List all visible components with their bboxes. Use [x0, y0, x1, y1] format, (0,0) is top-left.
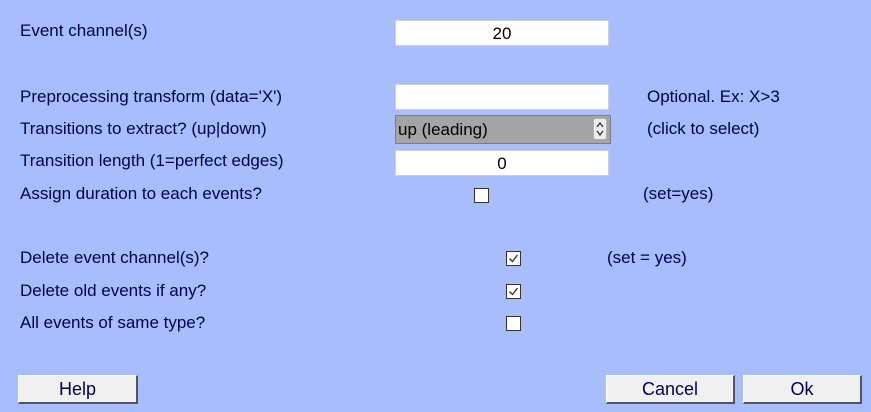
transitions-note: (click to select) [647, 119, 760, 138]
delete-old-events-label: Delete old events if any? [20, 281, 207, 300]
transition-length-input[interactable]: 0 [395, 150, 609, 176]
transitions-selected-value: up (leading) [398, 120, 488, 139]
same-type-label: All events of same type? [20, 313, 206, 332]
delete-old-events-checkbox[interactable] [506, 284, 521, 299]
ok-button[interactable]: Ok [743, 375, 862, 404]
event-channels-input[interactable]: 20 [395, 20, 609, 46]
preprocessing-label: Preprocessing transform (data='X') [20, 87, 283, 106]
spinner-arrows-glyph [596, 121, 604, 137]
checkmark-icon [509, 287, 519, 296]
transition-length-label: Transition length (1=perfect edges) [20, 151, 284, 170]
same-type-checkbox[interactable] [506, 316, 521, 331]
checkmark-icon [509, 254, 519, 263]
transitions-label: Transitions to extract? (up|down) [20, 119, 267, 138]
cancel-button[interactable]: Cancel [606, 375, 735, 404]
assign-duration-note: (set=yes) [643, 184, 714, 203]
assign-duration-checkbox[interactable] [474, 188, 489, 203]
delete-channels-checkbox[interactable] [506, 251, 521, 266]
preprocessing-input[interactable] [395, 84, 609, 110]
preprocessing-note: Optional. Ex: X>3 [647, 87, 780, 106]
assign-duration-label: Assign duration to each events? [20, 184, 262, 203]
delete-channels-note: (set = yes) [607, 248, 687, 267]
event-channels-label: Event channel(s) [20, 21, 148, 40]
transitions-select[interactable]: up (leading) [395, 115, 611, 144]
help-button[interactable]: Help [18, 375, 138, 404]
delete-channels-label: Delete event channel(s)? [20, 248, 210, 267]
up-down-arrows-icon[interactable] [593, 118, 607, 140]
